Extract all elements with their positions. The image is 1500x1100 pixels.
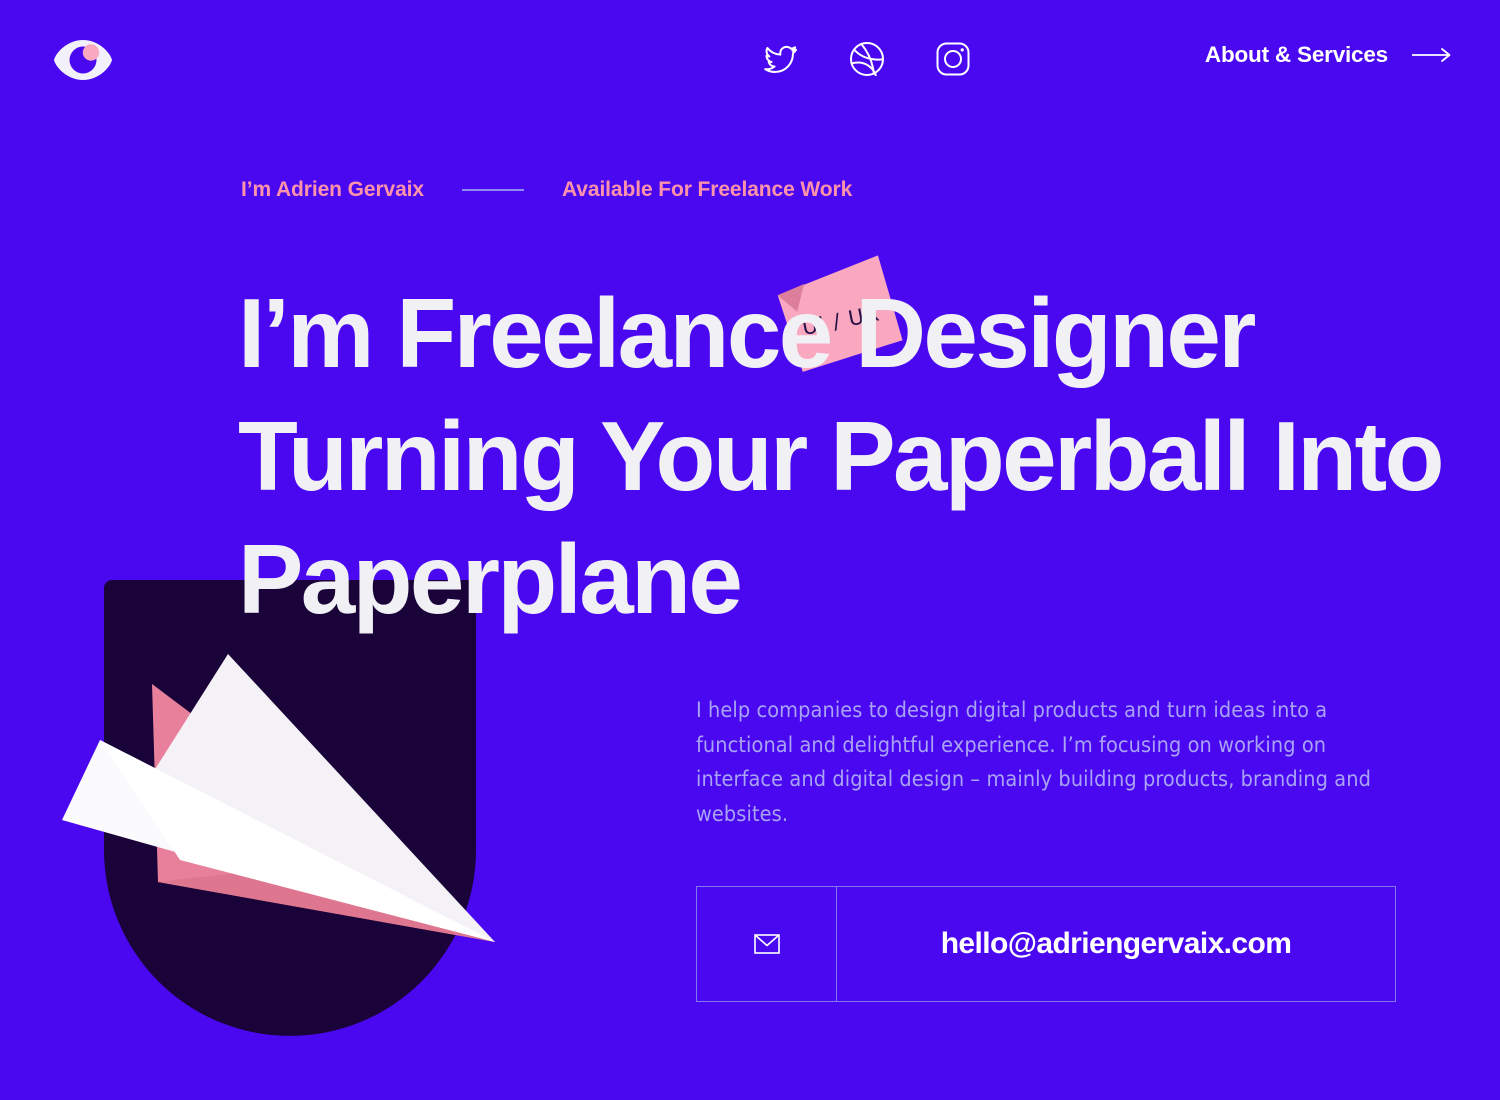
about-services-link[interactable]: About & Services — [1205, 42, 1452, 68]
designer-name: I’m Adrien Gervaix — [241, 178, 424, 201]
arrow-right-icon — [1412, 48, 1451, 62]
email-icon-cell — [697, 887, 837, 1001]
instagram-glyph — [936, 42, 970, 76]
about-services-label: About & Services — [1204, 42, 1388, 67]
eyebrow-divider — [462, 189, 524, 191]
dribbble-icon[interactable] — [848, 40, 886, 78]
twitter-icon[interactable] — [762, 40, 800, 78]
instagram-icon[interactable] — [934, 40, 972, 78]
sticky-note-svg: UI / UX — [777, 255, 903, 372]
email-address: hello@adriengervaix.com — [940, 927, 1292, 960]
social-links — [762, 40, 972, 78]
eye-logo[interactable] — [52, 38, 114, 82]
contact-email-button[interactable]: hello@adriengervaix.com — [696, 886, 1396, 1002]
availability-status: Available For Freelance Work — [562, 178, 853, 201]
paper-plane-arch-illustration — [40, 560, 620, 1060]
site-header: About & Services — [0, 0, 1500, 118]
headline-line-2: Turning Your Paperball Into — [238, 401, 1444, 511]
hero-eyebrow: I’m Adrien Gervaix Available For Freelan… — [241, 178, 852, 202]
eye-logo-icon — [54, 40, 112, 80]
illustration-svg — [62, 580, 495, 1036]
twitter-glyph — [764, 45, 798, 73]
envelope-icon — [753, 934, 780, 954]
dribbble-glyph — [850, 42, 884, 77]
email-value-cell: hello@adriengervaix.com — [837, 887, 1395, 1001]
bio-paragraph: I help companies to design digital produ… — [696, 698, 1371, 827]
ui-ux-sticky-note: UI / UX — [776, 255, 903, 372]
